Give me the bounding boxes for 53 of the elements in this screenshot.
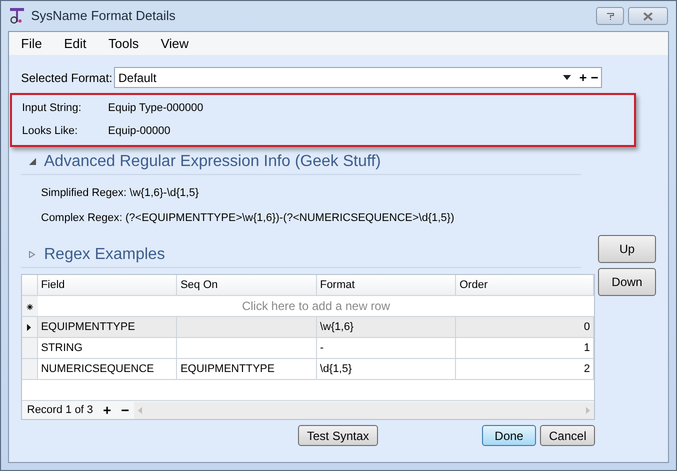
dropdown-caret-icon <box>563 75 572 80</box>
close-button[interactable] <box>628 7 668 25</box>
table-cell: EQUIPMENTTYPE <box>38 317 178 337</box>
window-title: SysName Format Details <box>31 7 176 26</box>
scroll-left-icon <box>138 406 142 414</box>
column-header[interactable]: Field <box>38 275 178 295</box>
scroll-right-icon <box>586 406 590 414</box>
menu-item[interactable]: Edit <box>64 34 86 54</box>
column-header[interactable]: Seq On <box>177 275 317 295</box>
table-cell: EQUIPMENTTYPE <box>177 359 317 379</box>
table-cell: NUMERICSEQUENCE <box>38 359 178 379</box>
new-row-marker: ⁕ <box>22 296 38 316</box>
table-cell: 0 <box>456 317 594 337</box>
menu-item[interactable]: Tools <box>108 34 139 54</box>
dialog-button[interactable]: Cancel <box>540 425 595 446</box>
expand-icon[interactable] <box>29 251 36 258</box>
table-cell: STRING <box>38 338 178 358</box>
horizontal-scrollbar[interactable] <box>134 402 594 418</box>
menu-item[interactable]: File <box>21 34 42 54</box>
add-record-button[interactable]: + <box>98 403 116 417</box>
row-header[interactable] <box>22 317 38 337</box>
help-button[interactable] <box>596 7 624 25</box>
collapse-icon[interactable] <box>29 158 36 165</box>
app-icon <box>9 7 25 25</box>
side-button[interactable]: Up <box>598 235 656 263</box>
table-cell: \d{1,5} <box>316 359 456 379</box>
side-button[interactable]: Down <box>598 268 656 296</box>
dialog-button[interactable]: Test Syntax <box>298 425 378 446</box>
table-cell: - <box>316 338 456 358</box>
dialog-button[interactable]: Done <box>482 425 536 446</box>
format-dropdown[interactable]: Default + − <box>114 67 602 88</box>
regex-text: Simplified Regex: \w{1,6}-\d{1,5} <box>41 186 200 201</box>
field-label: Input String: <box>22 101 82 116</box>
remove-button[interactable]: − <box>590 71 598 84</box>
table-cell: \w{1,6} <box>316 317 456 337</box>
menu-item[interactable]: View <box>160 34 189 54</box>
field-value: Equip Type-000000 <box>108 101 204 116</box>
help-icon <box>606 12 614 20</box>
close-icon <box>643 12 653 20</box>
table-cell: 2 <box>456 359 594 379</box>
record-counter: Record 1 of 3 <box>26 402 94 418</box>
delete-record-button[interactable]: − <box>116 403 134 417</box>
table-cell: 1 <box>456 338 594 358</box>
field-label: Selected Format: <box>21 70 112 87</box>
field-label: Looks Like: <box>22 124 79 140</box>
section-header[interactable]: Regex Examples <box>44 242 165 266</box>
regex-text: Complex Regex: (?<EQUIPMENTTYPE>\w{1,6})-(?<NUMERICSEQUENCE>\d{1,5}) <box>41 210 456 226</box>
section-header[interactable]: Advanced Regular Expression Info (Geek Stuff) <box>44 150 381 174</box>
current-row-icon <box>27 324 32 330</box>
add-button[interactable]: + <box>579 71 587 84</box>
column-header[interactable]: Format <box>316 275 456 295</box>
column-header[interactable]: Order <box>456 275 594 295</box>
field-value: Equip-00000 <box>108 124 170 140</box>
